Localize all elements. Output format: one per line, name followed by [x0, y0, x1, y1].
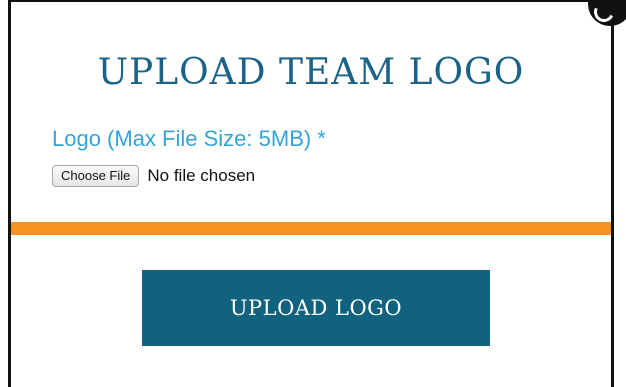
choose-file-button[interactable]: Choose File: [52, 165, 140, 187]
upload-logo-modal: UPLOAD TEAM LOGO Logo (Max File Size: 5M…: [0, 0, 626, 387]
file-status-text: No file chosen: [147, 166, 256, 185]
upload-logo-button[interactable]: UPLOAD LOGO: [142, 270, 490, 346]
logo-file-input: Choose File No file chosen: [52, 163, 255, 189]
modal-title: UPLOAD TEAM LOGO: [97, 52, 525, 93]
close-icon: [591, 0, 617, 25]
modal-border-right: [611, 0, 614, 387]
modal-border-top: [8, 0, 614, 2]
orange-divider: [11, 222, 611, 235]
logo-field-label: Logo (Max File Size: 5MB) *: [52, 126, 326, 151]
close-button[interactable]: [588, 0, 626, 26]
